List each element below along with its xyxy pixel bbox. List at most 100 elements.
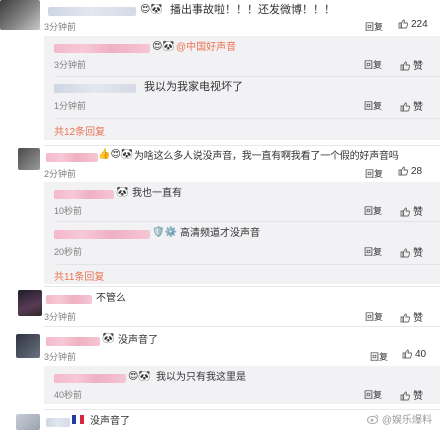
like-count: 224	[411, 19, 428, 30]
thumbs-up-icon	[400, 207, 411, 217]
emoji-badge: 😍🐼	[152, 41, 175, 52]
thumbs-up-icon	[400, 61, 411, 71]
reply-box: 😍🐼 我以为只有我这里是 40秒前 回复 赞	[44, 366, 440, 404]
reply-text: 我以为我家电视坏了	[144, 81, 243, 93]
like-count: 40	[415, 349, 427, 360]
reply-item: 🛡️⚙️ 高清频道才没声音 20秒前 回复 赞	[44, 222, 440, 262]
reply-text: 我也一直有	[132, 188, 182, 199]
thumbs-up-icon	[400, 102, 411, 112]
comment-3: 不管么 3分钟前 回复 赞	[0, 288, 440, 326]
comment-text: 没声音了	[118, 335, 158, 346]
thumbs-up-icon	[400, 248, 411, 258]
reply-time: 1分钟前	[54, 101, 87, 111]
reply-button[interactable]: 回复	[365, 20, 383, 33]
thumbs-up-icon	[400, 313, 411, 323]
reply-box: 🐼 我也一直有 10秒前 回复 赞 🛡️⚙️ 高清频道才没声音 20秒前 回复 …	[44, 182, 440, 284]
comment-time: 3分钟前	[44, 312, 77, 322]
mention-link[interactable]: @中国好声音	[176, 42, 236, 53]
comment-time: 3分钟前	[44, 22, 77, 32]
avatar[interactable]	[18, 148, 40, 170]
divider	[56, 118, 440, 119]
avatar[interactable]	[16, 334, 40, 358]
like-label: 赞	[413, 248, 423, 259]
like-button[interactable]: 224	[398, 19, 428, 30]
emoji-badge: 🛡️⚙️	[152, 227, 177, 238]
thumbs-up-icon	[402, 349, 413, 359]
divider	[44, 286, 440, 287]
reply-button[interactable]: 回复	[364, 388, 382, 401]
reply-item: 🐼 我也一直有 10秒前 回复 赞	[44, 182, 440, 220]
like-label: 赞	[413, 207, 423, 218]
avatar[interactable]	[0, 0, 40, 30]
emoji-badge: 🐼	[116, 187, 129, 198]
username-blurred[interactable]	[54, 374, 126, 383]
reply-time: 10秒前	[54, 206, 83, 216]
reply-time: 40秒前	[54, 390, 83, 400]
comment-text: 不管么	[96, 293, 126, 304]
username-blurred[interactable]	[54, 230, 150, 239]
like-button[interactable]: 赞	[400, 244, 423, 259]
reply-item: 😍🐼 @中国好声音 3分钟前 回复 赞	[44, 36, 440, 76]
divider	[44, 326, 440, 327]
divider	[56, 264, 440, 265]
reply-box: 😍🐼 @中国好声音 3分钟前 回复 赞 我以为我家电视坏了 1分钟前 回复 赞 …	[44, 36, 440, 140]
reply-time: 20秒前	[54, 247, 83, 257]
comment-text: 为啥这么多人说没声音，我一直有啊我看了一个假的好声音吗	[134, 151, 399, 162]
comment-time: 2分钟前	[44, 169, 77, 179]
reply-button[interactable]: 回复	[364, 58, 382, 71]
reply-button[interactable]: 回复	[370, 350, 388, 363]
emoji-badge: 😍🐼	[140, 4, 163, 15]
username-blurred[interactable]	[46, 295, 92, 304]
username-blurred[interactable]	[54, 44, 150, 53]
username-blurred[interactable]	[54, 84, 136, 93]
watermark-text: @娱乐爆料	[381, 415, 432, 426]
thumbs-up-icon	[398, 166, 409, 176]
avatar[interactable]	[18, 290, 42, 316]
more-replies-link[interactable]: 共12条回复	[54, 123, 105, 138]
reply-button[interactable]: 回复	[365, 167, 383, 180]
username-blurred[interactable]	[48, 7, 136, 16]
comment-text: 没声音了	[90, 416, 130, 427]
like-button[interactable]: 赞	[400, 203, 423, 218]
like-count: 28	[411, 166, 423, 177]
username-blurred[interactable]	[46, 153, 98, 162]
like-button[interactable]: 赞	[400, 309, 423, 324]
emoji-badge: 👍😍🐼	[98, 149, 134, 160]
like-label: 赞	[413, 313, 423, 324]
like-button[interactable]: 28	[398, 166, 422, 177]
reply-text: 高清频道才没声音	[180, 228, 260, 239]
watermark: @娱乐爆料	[367, 411, 432, 426]
reply-button[interactable]: 回复	[364, 245, 382, 258]
reply-button[interactable]: 回复	[365, 310, 383, 323]
reply-button[interactable]: 回复	[364, 204, 382, 217]
username-blurred[interactable]	[46, 418, 70, 427]
flag-icon	[72, 415, 84, 424]
reply-text: 我以为只有我这里是	[156, 372, 246, 383]
reply-text: @中国好声音	[176, 41, 236, 54]
thumbs-up-icon	[398, 19, 409, 29]
like-label: 赞	[413, 61, 423, 72]
username-blurred[interactable]	[46, 337, 100, 346]
like-button[interactable]: 赞	[400, 387, 423, 402]
thumbs-up-icon	[400, 391, 411, 401]
comment-text: 播出事故啦！！！还发微博！！！	[170, 4, 335, 16]
username-blurred[interactable]	[54, 190, 114, 199]
like-button[interactable]: 40	[402, 349, 426, 360]
comment-1: 😍🐼 播出事故啦！！！还发微博！！！ 3分钟前 回复 224 😍🐼 @中国好声音…	[0, 0, 440, 140]
weibo-logo-icon	[367, 414, 379, 424]
like-button[interactable]: 赞	[400, 57, 423, 72]
like-button[interactable]: 赞	[400, 98, 423, 113]
like-label: 赞	[413, 102, 423, 113]
emoji-badge: 😍🐼	[128, 371, 151, 382]
more-replies-link[interactable]: 共11条回复	[54, 268, 104, 283]
reply-item: 😍🐼 我以为只有我这里是 40秒前 回复 赞	[44, 366, 440, 404]
avatar[interactable]	[16, 414, 40, 430]
reply-button[interactable]: 回复	[364, 99, 382, 112]
comment-2: 👍😍🐼 为啥这么多人说没声音，我一直有啊我看了一个假的好声音吗 2分钟前 回复 …	[0, 146, 440, 284]
comment-4: 🐼 没声音了 3分钟前 回复 40 😍🐼 我以为只有我这里是 40秒前 回复 赞	[0, 330, 440, 406]
like-label: 赞	[413, 391, 423, 402]
divider	[44, 409, 440, 410]
emoji-badge: 🐼	[102, 333, 115, 344]
comment-time: 3分钟前	[44, 352, 77, 362]
reply-item: 我以为我家电视坏了 1分钟前 回复 赞	[44, 77, 440, 117]
